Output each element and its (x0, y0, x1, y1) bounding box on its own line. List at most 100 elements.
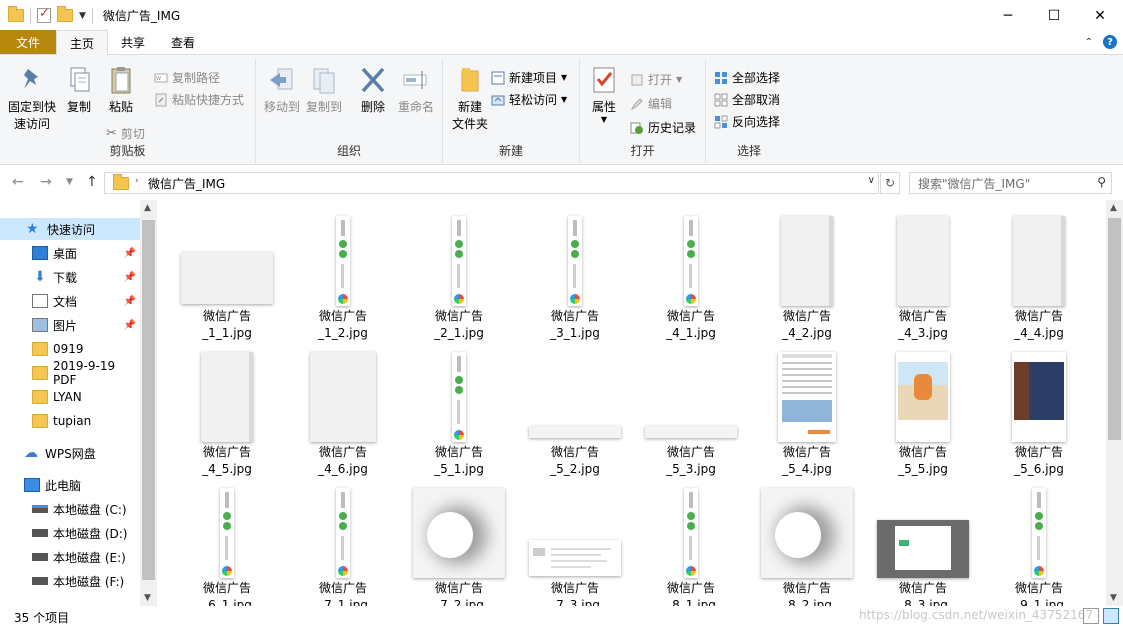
scroll-up-icon[interactable]: ▲ (1110, 203, 1117, 213)
file-item[interactable]: 微信广告 _7_3.jpg (517, 476, 633, 606)
nav-drive-f[interactable]: 本地磁盘 (F:) (0, 570, 140, 592)
forward-arrow-icon[interactable]: → (40, 174, 52, 190)
back-arrow-icon[interactable]: ← (12, 174, 24, 190)
file-item[interactable]: 微信广告 _7_1.jpg (285, 476, 401, 606)
maximize-button[interactable]: ☐ (1031, 0, 1077, 31)
file-item[interactable]: 微信广告 _8_3.jpg (865, 476, 981, 606)
tab-share[interactable]: 共享 (108, 30, 158, 54)
pin-icon[interactable]: 📌 (124, 296, 136, 307)
address-bar[interactable]: › 微信广告_IMG ∨ (104, 172, 879, 194)
file-item[interactable]: 微信广告 _8_2.jpg (749, 476, 865, 606)
new-folder-button[interactable]: 新建 文件夹 (447, 65, 493, 133)
new-item-button[interactable]: 新建项目 ▼ (491, 69, 567, 86)
toolbar-divider (91, 7, 93, 24)
open-button[interactable]: 打开 ▼ (630, 71, 682, 88)
file-item[interactable]: 微信广告 _5_3.jpg (633, 340, 749, 476)
nav-item-documents[interactable]: 文档 📌 (0, 290, 140, 312)
nav-item-pictures[interactable]: 图片 📌 (0, 314, 140, 336)
nav-item-2019-9-19-pdf[interactable]: 2019-9-19 PDF (0, 359, 140, 387)
file-item[interactable]: 微信广告 _5_5.jpg (865, 340, 981, 476)
breadcrumb[interactable]: 微信广告_IMG (148, 175, 225, 192)
file-item[interactable]: 微信广告 _4_3.jpg (865, 204, 981, 340)
scroll-down-icon[interactable]: ▼ (144, 593, 151, 603)
nav-quick-access[interactable]: ★ 快速访问 (0, 218, 140, 240)
search-input[interactable]: 搜索"微信广告_IMG" ⚲ (909, 172, 1112, 194)
nav-item-tupian[interactable]: tupian (0, 410, 140, 432)
scroll-down-icon[interactable]: ▼ (1110, 593, 1117, 603)
select-none-button[interactable]: 全部取消 (714, 91, 780, 108)
paste-label: 粘贴 (108, 100, 133, 114)
copy-path-button[interactable]: W 复制路径 (154, 69, 220, 86)
file-item[interactable]: 微信广告 _5_1.jpg (401, 340, 517, 476)
pin-to-quick-access-button[interactable]: 固定到快 速访问 (6, 65, 58, 133)
up-arrow-icon[interactable]: ↑ (86, 174, 98, 190)
minimize-button[interactable]: ─ (985, 0, 1031, 31)
file-item[interactable]: 微信广告 _7_2.jpg (401, 476, 517, 606)
file-item[interactable]: 微信广告 _5_6.jpg (981, 340, 1097, 476)
paste-shortcut-button[interactable]: 粘贴快捷方式 (154, 91, 244, 108)
cut-button[interactable]: ✂ 剪切 (106, 125, 145, 142)
tab-home[interactable]: 主页 (56, 30, 109, 55)
scrollbar-thumb[interactable] (142, 220, 155, 580)
customize-toolbar-arrow-icon[interactable]: ▼ (79, 11, 86, 21)
nav-drive-d[interactable]: 本地磁盘 (D:) (0, 522, 140, 544)
copy-to-button[interactable]: 复制到 (302, 65, 346, 116)
nav-wps-cloud[interactable]: ☁ WPS网盘 (0, 442, 140, 464)
copy-button[interactable]: 复制 (62, 65, 96, 116)
select-all-button[interactable]: 全部选择 (714, 69, 780, 86)
recent-locations-chevron-icon[interactable]: ▼ (66, 177, 73, 187)
file-item[interactable]: 微信广告 _4_1.jpg (633, 204, 749, 340)
content-scrollbar[interactable]: ▲ ▼ (1106, 200, 1123, 606)
move-to-button[interactable]: 移动到 (260, 65, 304, 116)
nav-scrollbar[interactable]: ▲ ▼ (140, 200, 157, 606)
file-item[interactable]: 微信广告 _9_1.jpg (981, 476, 1097, 606)
nav-item-downloads[interactable]: ⬇ 下载 📌 (0, 266, 140, 288)
delete-icon (361, 67, 385, 93)
file-item[interactable]: 微信广告 _3_1.jpg (517, 204, 633, 340)
close-button[interactable]: ✕ (1077, 0, 1123, 31)
help-icon[interactable]: ? (1103, 35, 1117, 49)
file-item[interactable]: 微信广告 _1_2.jpg (285, 204, 401, 340)
file-item[interactable]: 微信广告 _4_2.jpg (749, 204, 865, 340)
details-view-button[interactable] (1083, 608, 1099, 624)
scrollbar-thumb[interactable] (1108, 218, 1121, 440)
file-item[interactable]: 微信广告 _8_1.jpg (633, 476, 749, 606)
tab-file[interactable]: 文件 (0, 30, 56, 54)
new-item-label: 新建项目 (509, 71, 558, 85)
breadcrumb-chevron-icon[interactable]: › (135, 176, 139, 186)
rename-button[interactable]: 重命名 (394, 65, 438, 116)
nav-drive-e[interactable]: 本地磁盘 (E:) (0, 546, 140, 568)
file-item[interactable]: 微信广告 _4_5.jpg (169, 340, 285, 476)
large-icons-view-button[interactable] (1103, 608, 1119, 624)
file-item[interactable]: 微信广告 _2_1.jpg (401, 204, 517, 340)
pin-icon[interactable]: 📌 (124, 272, 136, 283)
file-item[interactable]: 微信广告 _4_6.jpg (285, 340, 401, 476)
pin-icon[interactable]: 📌 (124, 248, 136, 259)
properties-icon[interactable] (37, 6, 51, 23)
tab-view[interactable]: 查看 (158, 30, 208, 54)
scroll-up-icon[interactable]: ▲ (144, 203, 151, 213)
history-button[interactable]: 历史记录 (630, 119, 696, 136)
invert-selection-button[interactable]: 反向选择 (714, 113, 780, 130)
refresh-icon: ↻ (884, 176, 896, 190)
new-folder-icon[interactable] (57, 6, 73, 22)
file-item[interactable]: 微信广告 _6_1.jpg (169, 476, 285, 606)
refresh-button[interactable]: ↻ (880, 172, 900, 194)
properties-button[interactable]: 属性 ▼ (586, 65, 622, 124)
nav-item-desktop[interactable]: 桌面 📌 (0, 242, 140, 264)
delete-button[interactable]: 删除 (356, 65, 390, 116)
nav-item-0919[interactable]: 0919 (0, 338, 140, 360)
file-item[interactable]: 微信广告 _5_2.jpg (517, 340, 633, 476)
file-item[interactable]: 微信广告 _4_4.jpg (981, 204, 1097, 340)
address-history-dropdown-icon[interactable]: ∨ (868, 175, 875, 186)
nav-item-lyan[interactable]: LYAN (0, 386, 140, 408)
pin-icon[interactable]: 📌 (124, 320, 136, 331)
nav-this-pc[interactable]: 此电脑 (0, 474, 140, 496)
collapse-ribbon-icon[interactable]: ⌃ (1085, 37, 1093, 48)
edit-button[interactable]: 编辑 (630, 95, 672, 112)
file-item[interactable]: 微信广告 _1_1.jpg (169, 204, 285, 340)
easy-access-button[interactable]: 轻松访问 ▼ (491, 91, 567, 108)
paste-button[interactable]: 粘贴 (104, 65, 138, 116)
nav-drive-c[interactable]: 本地磁盘 (C:) (0, 498, 140, 520)
file-item[interactable]: 微信广告 _5_4.jpg (749, 340, 865, 476)
